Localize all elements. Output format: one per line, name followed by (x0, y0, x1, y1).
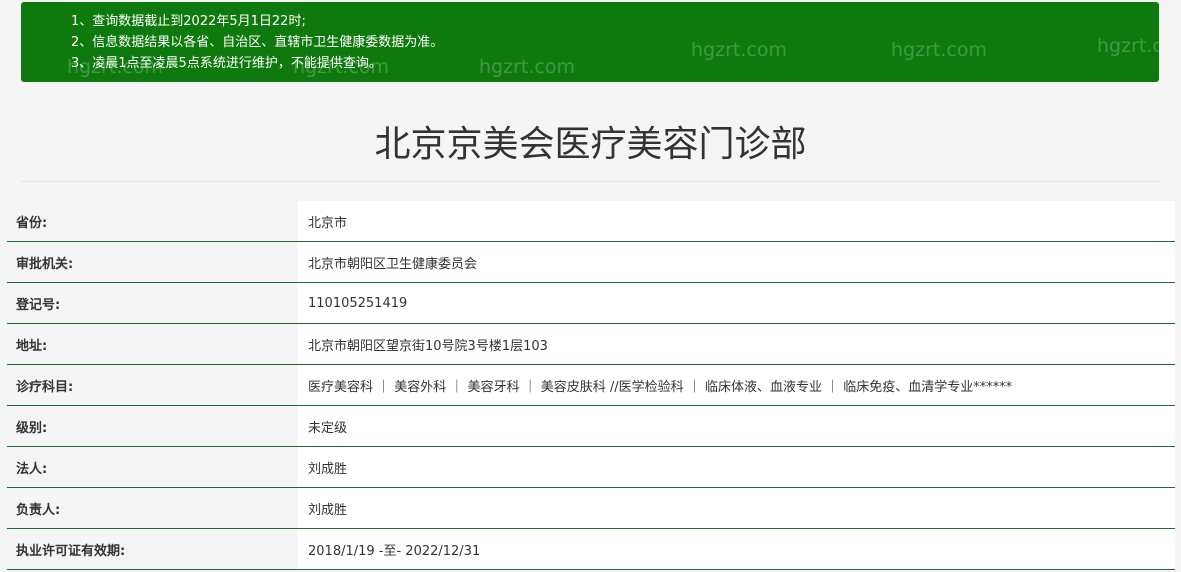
notice-line: 3、凌晨1点至凌晨5点系统进行维护，不能提供查询。 (71, 56, 382, 71)
notice-line: 2、信息数据结果以各省、自治区、直辖市卫生健康委数据为准。 (71, 35, 444, 50)
info-row-departments: 诊疗科目: 医疗美容科 ｜ 美容外科 ｜ 美容牙科 ｜ 美容皮肤科 //医学检验… (7, 365, 1175, 406)
row-value: 北京市朝阳区望京街10号院3号楼1层103 (298, 324, 1175, 364)
info-row-registration-number: 登记号: 110105251419 (7, 283, 1175, 324)
row-label: 审批机关: (7, 242, 298, 282)
row-value: 2018/1/19 -至- 2022/12/31 (298, 529, 1175, 569)
info-row-legal-representative: 法人: 刘成胜 (7, 447, 1175, 488)
row-label: 诊疗科目: (7, 365, 298, 405)
row-value: 北京市 (298, 201, 1175, 241)
info-row-person-in-charge: 负责人: 刘成胜 (7, 488, 1175, 529)
info-row-license-validity: 执业许可证有效期: 2018/1/19 -至- 2022/12/31 (7, 529, 1175, 570)
notice-line: 1、查询数据截止到2022年5月1日22时; (71, 14, 306, 29)
info-row-address: 地址: 北京市朝阳区望京街10号院3号楼1层103 (7, 324, 1175, 365)
notice-banner: hgzrt.com hgzrt.com hgzrt.com hgzrt.com … (21, 2, 1159, 82)
row-label: 法人: (7, 447, 298, 487)
row-label: 登记号: (7, 283, 298, 323)
row-value: 北京市朝阳区卫生健康委员会 (298, 242, 1175, 282)
info-row-province: 省份: 北京市 (7, 201, 1175, 242)
title-divider (21, 181, 1159, 182)
row-label: 级别: (7, 406, 298, 446)
page-title: 北京京美会医疗美容门诊部 (374, 124, 807, 165)
row-label: 地址: (7, 324, 298, 364)
row-label: 负责人: (7, 488, 298, 528)
info-row-level: 级别: 未定级 (7, 406, 1175, 447)
row-value: 110105251419 (298, 283, 1175, 323)
row-label: 省份: (7, 201, 298, 241)
row-value: 刘成胜 (298, 447, 1175, 487)
info-table: 省份: 北京市 审批机关: 北京市朝阳区卫生健康委员会 登记号: 1101052… (7, 201, 1175, 570)
row-value: 医疗美容科 ｜ 美容外科 ｜ 美容牙科 ｜ 美容皮肤科 //医学检验科 ｜ 临床… (298, 365, 1175, 405)
info-row-approval-authority: 审批机关: 北京市朝阳区卫生健康委员会 (7, 242, 1175, 283)
row-value: 刘成胜 (298, 488, 1175, 528)
row-value: 未定级 (298, 406, 1175, 446)
row-label: 执业许可证有效期: (7, 529, 298, 569)
